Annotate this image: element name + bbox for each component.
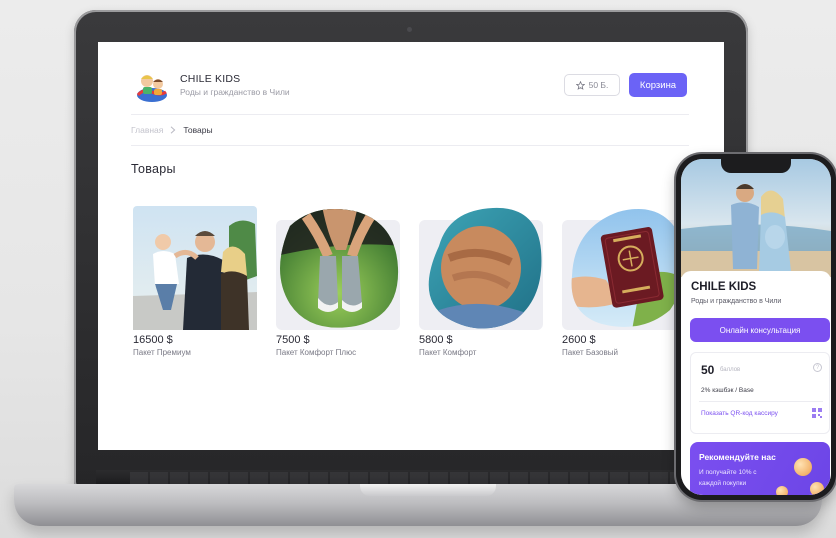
referral-banner[interactable]: Рекомендуйте нас И получайте 10% с каждо… [690, 442, 830, 495]
cashback-level: 2% кэшбэк / Base [701, 387, 754, 394]
product-card-comfort[interactable]: 5800 $ Пакет Комфорт [419, 206, 545, 357]
divider [699, 401, 823, 402]
product-price: 2600 $ [562, 334, 596, 346]
product-card-premium[interactable]: 16500 $ Пакет Премиум [133, 206, 259, 357]
coin-decoration [794, 458, 812, 476]
chevron-right-icon [171, 126, 176, 134]
show-qr-link[interactable]: Показать QR-код кассиру [701, 410, 778, 417]
product-price: 5800 $ [419, 334, 453, 346]
laptop-camera [407, 27, 412, 32]
breadcrumb: Главная Товары [131, 125, 213, 135]
laptop-keyboard [130, 472, 690, 484]
breadcrumb-home-link[interactable]: Главная [131, 125, 163, 135]
page-title: Товары [131, 162, 176, 176]
product-name[interactable]: Пакет Комфорт [419, 348, 545, 357]
laptop-trackpad-notch [360, 484, 496, 496]
points-label: 50 Б. [588, 80, 609, 90]
referral-title: Рекомендуйте нас [699, 452, 776, 462]
points-unit: баллов [720, 367, 741, 373]
product-image [571, 209, 686, 327]
breadcrumb-current: Товары [183, 125, 213, 135]
coin-decoration [810, 482, 824, 495]
phone-device: CHILE KIDS Роды и гражданство в Чили Онл… [676, 154, 836, 500]
product-name[interactable]: Пакет Премиум [133, 348, 259, 357]
product-card-basic[interactable]: 2600 $ Пакет Базовый [562, 206, 688, 357]
product-card-comfort-plus[interactable]: 7500 $ Пакет Комфорт Плюс [276, 206, 402, 357]
phone-hero-image [681, 159, 831, 277]
qr-code-icon[interactable] [812, 408, 822, 418]
product-price: 7500 $ [276, 334, 310, 346]
points-card: 50 баллов ? 2% кэшбэк / Base Показать QR… [690, 352, 830, 434]
phone-notch [721, 159, 791, 173]
product-image [280, 209, 399, 328]
phone-brand-subtitle: Роды и гражданство в Чили [691, 298, 782, 305]
phone-brand-title: CHILE KIDS [691, 281, 757, 293]
brand-subtitle: Роды и гражданство в Чили [180, 87, 290, 97]
phone-screen: CHILE KIDS Роды и гражданство в Чили Онл… [681, 159, 831, 495]
product-name[interactable]: Пакет Комфорт Плюс [276, 348, 402, 357]
product-price: 16500 $ [133, 334, 173, 346]
help-icon[interactable]: ? [813, 363, 822, 372]
laptop-screen: CHILE KIDS Роды и гражданство в Чили 50 … [98, 42, 724, 450]
referral-text: И получайте 10% с каждой покупки [699, 469, 757, 487]
cart-button[interactable]: Корзина [629, 73, 687, 97]
product-image [428, 207, 542, 329]
product-name[interactable]: Пакет Базовый [562, 348, 688, 357]
chile-kids-logo[interactable] [134, 68, 170, 104]
coin-decoration [776, 486, 788, 495]
product-image [133, 206, 257, 330]
points-button[interactable]: 50 Б. [564, 74, 620, 96]
product-grid: 16500 $ Пакет Премиум 7500 $ Пакет Комфо… [133, 206, 724, 376]
site-header: CHILE KIDS Роды и гражданство в Чили 50 … [98, 42, 724, 114]
divider [131, 114, 689, 115]
points-value: 50 [701, 363, 715, 377]
star-icon [575, 80, 585, 90]
divider [131, 145, 689, 146]
online-consultation-button[interactable]: Онлайн консультация [690, 318, 830, 342]
brand-title: CHILE KIDS [180, 73, 241, 85]
